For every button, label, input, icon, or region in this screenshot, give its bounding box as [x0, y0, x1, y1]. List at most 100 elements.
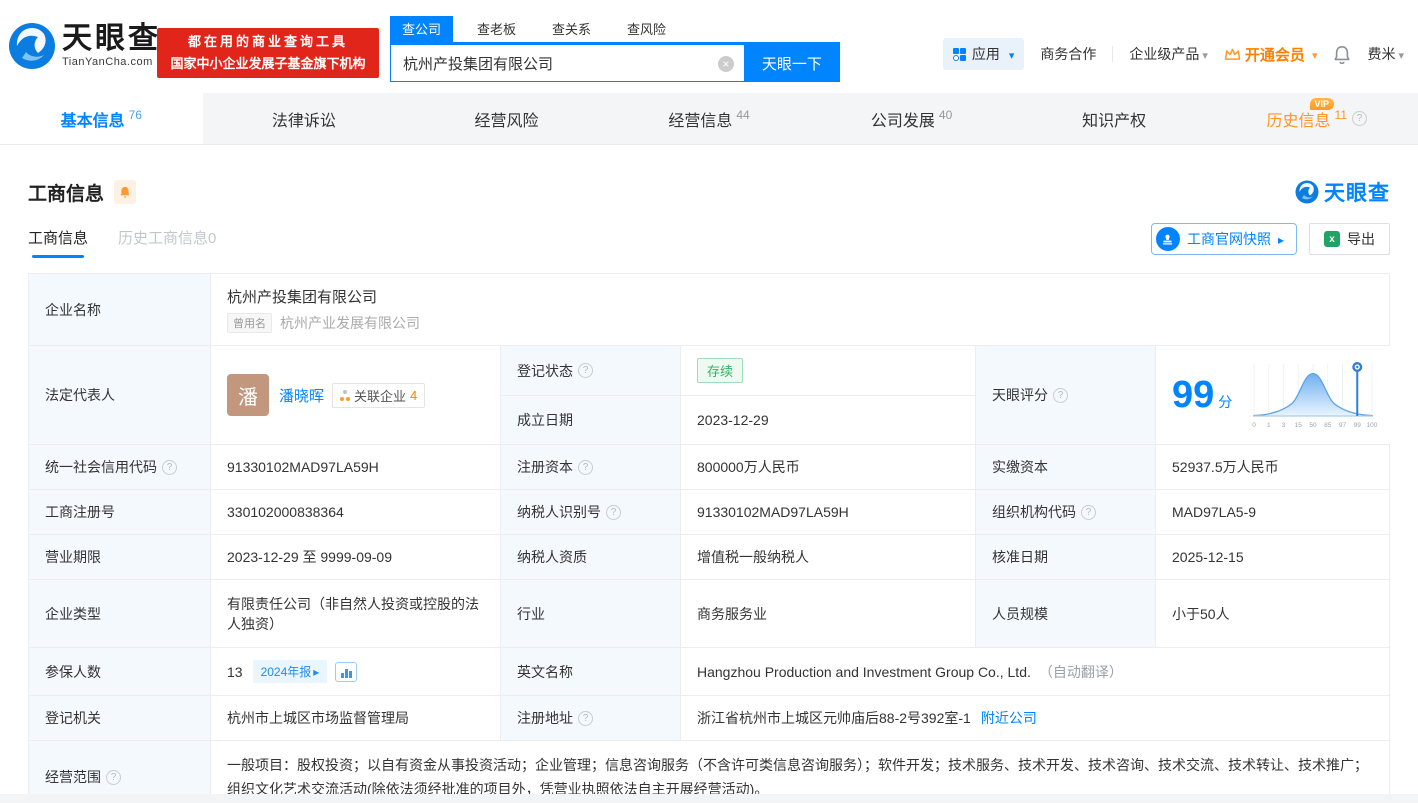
subtab-history-business-info[interactable]: 历史工商信息0	[118, 227, 216, 258]
help-question-icon[interactable]	[1081, 504, 1096, 520]
english-name-cell: Hangzhou Production and Investment Group…	[681, 648, 1389, 695]
svg-text:1: 1	[1267, 422, 1271, 429]
svg-text:100: 100	[1367, 422, 1378, 429]
menu-open-vip[interactable]: 开通会员	[1224, 44, 1318, 65]
taxpayer-qualification-value: 增值税一般纳税人	[681, 535, 976, 579]
table-row: 工商注册号 330102000838364 纳税人识别号 91330102MAD…	[29, 490, 1389, 535]
search-button[interactable]: 天眼一下	[743, 44, 840, 82]
official-snapshot-button[interactable]: 工商官网快照	[1150, 223, 1297, 255]
label-text: 注册资本	[517, 459, 573, 475]
search-tab-relation[interactable]: 查关系	[540, 16, 603, 42]
company-type-label: 企业类型	[29, 580, 211, 647]
registered-address-cell: 浙江省杭州市上城区元帅庙后88-2号392室-1 附近公司	[681, 696, 1389, 740]
taxpayer-id-label: 纳税人识别号	[501, 490, 681, 534]
table-row: 企业类型 有限责任公司（非自然人投资或控股的法人独资） 行业 商务服务业 人员规…	[29, 580, 1389, 648]
company-name-cell: 杭州产投集团有限公司 曾用名 杭州产业发展有限公司	[211, 274, 1389, 345]
paid-capital-label: 实缴资本	[976, 445, 1156, 489]
menu-cooperation[interactable]: 商务合作	[1040, 44, 1096, 64]
tab-company-development[interactable]: 公司发展 40	[810, 93, 1013, 144]
subscribe-bell-icon[interactable]	[114, 180, 137, 204]
chevron-down-icon	[1006, 46, 1015, 62]
status-date-group: 登记状态 存续 成立日期 2023-12-29	[501, 346, 976, 444]
tab-operation-info[interactable]: 经营信息 44	[608, 93, 811, 144]
help-question-icon[interactable]	[106, 769, 121, 785]
status-badge: 存续	[697, 358, 744, 383]
tab-history-info[interactable]: VIP 历史信息 11	[1215, 93, 1418, 144]
registered-address-label: 注册地址	[501, 696, 681, 740]
site-logo[interactable]: 天眼查 TianYanCha.com	[8, 22, 161, 70]
menu-enterprise-products[interactable]: 企业级产品	[1129, 44, 1208, 64]
tab-basic-info[interactable]: 基本信息 76	[0, 93, 203, 144]
top-menu: 应用 商务合作 企业级产品 开通会员	[942, 38, 1404, 70]
help-question-icon[interactable]	[1352, 111, 1367, 126]
clear-search-icon[interactable]	[717, 56, 734, 72]
company-name: 杭州产投集团有限公司	[227, 289, 378, 306]
section-title: 工商信息	[28, 183, 105, 205]
export-button[interactable]: x 导出	[1309, 223, 1390, 255]
label-text: 组织机构代码	[992, 504, 1076, 520]
table-action-buttons: 工商官网快照 x 导出	[1150, 223, 1390, 255]
arrow-right-icon	[311, 665, 319, 679]
tab-operation-risk[interactable]: 经营风险	[405, 93, 608, 144]
help-question-icon[interactable]	[1053, 387, 1068, 403]
crown-icon	[1224, 48, 1241, 60]
search-tabs: 查公司 查老板 查关系 查风险	[390, 16, 840, 44]
tianyancha-logo-icon	[9, 23, 55, 69]
org-chart-icon	[340, 389, 351, 401]
table-row: 参保人数 13 2024年报 英文名称 Hangzhou Production …	[29, 648, 1389, 696]
registration-status-label: 登记状态	[501, 346, 681, 395]
legal-rep-name-link[interactable]: 潘晓晖	[279, 385, 324, 406]
tianyancha-company-page: 天眼查 TianYanCha.com 都在用的商业查询工具 国家中小企业发展子基…	[0, 0, 1418, 803]
user-menu[interactable]: 费米	[1367, 44, 1404, 64]
logo-text-block: 天眼查 TianYanCha.com	[62, 24, 161, 69]
english-name-label: 英文名称	[501, 648, 681, 695]
report-badge-label: 2024年报	[260, 665, 312, 679]
search-tab-company[interactable]: 查公司	[390, 16, 454, 42]
help-question-icon[interactable]	[162, 459, 177, 475]
annual-report-badge[interactable]: 2024年报	[252, 660, 328, 683]
help-question-icon[interactable]	[578, 459, 593, 475]
search-input[interactable]: 杭州产投集团有限公司	[390, 44, 744, 82]
apps-menu[interactable]: 应用	[942, 38, 1025, 70]
svg-text:15: 15	[1295, 422, 1303, 429]
english-name-value: Hangzhou Production and Investment Group…	[697, 663, 1031, 680]
help-question-icon[interactable]	[606, 504, 621, 520]
industry-label: 行业	[501, 580, 681, 647]
chevron-down-icon	[1395, 46, 1404, 62]
approval-date-value: 2025-12-15	[1156, 535, 1389, 579]
help-question-icon[interactable]	[578, 710, 593, 726]
help-question-icon[interactable]	[578, 363, 593, 378]
company-name-label: 企业名称	[29, 274, 211, 345]
tab-intellectual-property[interactable]: 知识产权	[1013, 93, 1216, 144]
search-row: 杭州产投集团有限公司 天眼一下	[390, 44, 840, 82]
subtab-business-info[interactable]: 工商信息	[28, 227, 88, 258]
credit-code-value: 91330102MAD97LA59H	[211, 445, 501, 489]
legal-rep-avatar[interactable]: 潘	[227, 374, 269, 416]
table-row: 营业期限 2023-12-29 至 9999-09-09 纳税人资质 增值税一般…	[29, 535, 1389, 580]
table-row: 登记机关 杭州市上城区市场监督管理局 注册地址 浙江省杭州市上城区元帅庙后88-…	[29, 696, 1389, 741]
svg-text:0: 0	[1252, 422, 1256, 429]
company-type-value: 有限责任公司（非自然人投资或控股的法人独资）	[211, 580, 501, 647]
tab-label: 经营信息	[668, 112, 733, 130]
paid-capital-value: 52937.5万人民币	[1156, 445, 1389, 489]
tab-legal-proceedings[interactable]: 法律诉讼	[203, 93, 406, 144]
search-tab-risk[interactable]: 查风险	[615, 16, 678, 42]
taxpayer-qualification-label: 纳税人资质	[501, 535, 681, 579]
logo-domain: TianYanCha.com	[62, 56, 153, 68]
search-block: 查公司 查老板 查关系 查风险 杭州产投集团有限公司 天眼一下	[390, 16, 840, 82]
notification-bell-icon[interactable]	[1333, 45, 1351, 64]
registered-address-value: 浙江省杭州市上城区元帅庙后88-2号392室-1	[697, 710, 971, 726]
search-tab-boss[interactable]: 查老板	[465, 16, 528, 42]
svg-text:97: 97	[1339, 422, 1347, 429]
trend-chart-icon[interactable]	[335, 661, 358, 682]
business-term-value: 2023-12-29 至 9999-09-09	[211, 535, 501, 579]
excel-icon: x	[1324, 231, 1340, 247]
label-text: 注册地址	[517, 710, 573, 726]
page-bottom-strip	[0, 794, 1418, 803]
nearby-companies-link[interactable]: 附近公司	[981, 708, 1037, 728]
related-companies-badge[interactable]: 关联企业 4	[332, 382, 426, 408]
related-count: 4	[410, 387, 418, 403]
tab-count: 40	[938, 107, 953, 122]
promo-banner-line1: 都在用的商业查询工具	[187, 34, 348, 49]
apps-grid-icon	[952, 47, 966, 61]
